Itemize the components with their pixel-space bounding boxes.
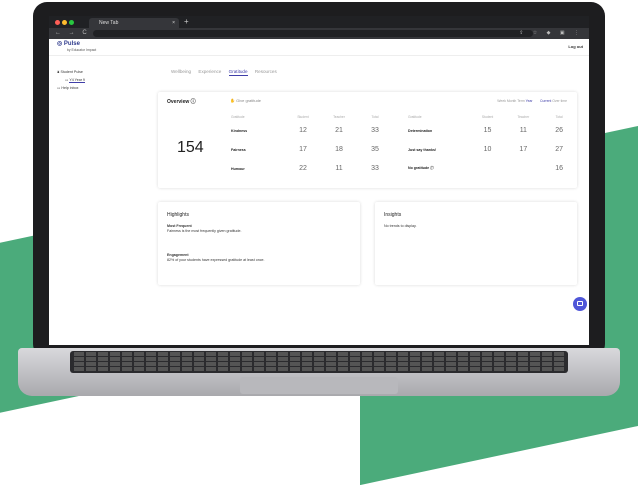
total-count: 16 [555,165,563,172]
info-icon[interactable]: ⓘ [191,99,196,105]
screen: New Tab × + ← → C ⇪ ☆ ◆ ▣ ⋮ ◎ Pulse by E… [49,16,589,345]
teacher-count: 11 [335,165,343,172]
new-tab-button[interactable]: + [184,17,189,26]
close-tab-icon[interactable]: × [172,18,175,28]
student-count: 12 [299,127,307,134]
minimize-window-button[interactable] [62,20,67,25]
filter-year[interactable]: Year [526,99,533,103]
tab-title: New Tab [99,20,119,26]
tab-bar: New Tab × + [49,16,589,28]
gratitude-name: Determination [408,128,433,133]
table-row: No gratitude ⓘ 16 [408,159,577,178]
sidebar-item-label: Student Pulse [60,70,83,74]
teacher-count: 21 [335,127,343,134]
table-row: Just say thanks! 10 17 27 [408,140,577,159]
teacher-count: 18 [335,146,343,153]
app-header: ◎ Pulse by Educator Impact Log out [49,39,589,56]
table-row: Fairness 17 18 35 [231,140,393,159]
teacher-count [505,159,541,178]
column-header: Gratitude [408,114,422,119]
sidebar: ⧗ Student Pulse ▭ Y4 Year 9 ▭ Help inbox [57,70,137,94]
insights-title: Insights [384,212,402,218]
tab-gratitude[interactable]: Gratitude [228,69,248,76]
column-header: Teacher [333,114,345,119]
overview-card: Overview ⓘ ✋ Give gratitude Week Month T… [158,92,577,188]
browser-tab[interactable]: New Tab × [89,18,179,28]
teacher-count: 11 [519,127,527,134]
sidebar-item-year[interactable]: ▭ Y4 Year 9 [65,78,137,83]
engagement-label: Engagement [167,253,189,257]
sidebar-item-help[interactable]: ▭ Help inbox [57,86,137,90]
view-over-time[interactable]: Over time [552,99,567,103]
tab-wellbeing[interactable]: Wellbeing [171,69,191,74]
table-row: Determination 15 11 26 [408,121,577,140]
table-row: Kindness 12 21 33 [231,121,393,140]
column-header: Student [481,114,494,119]
give-gratitude-button[interactable]: ✋ Give gratitude [230,98,261,103]
sidebar-item-label: Y4 Year 9 [69,78,85,83]
student-count: 17 [299,146,307,153]
most-frequent-text: Fairness is the most frequently given gr… [167,229,242,233]
column-header: Teacher [517,114,530,119]
toolbar-icons[interactable]: ⇪ ☆ ◆ ▣ ⋮ [519,28,583,39]
insights-card: Insights No trends to display. [375,202,577,285]
insights-text: No trends to display. [384,224,417,228]
logo-text: Pulse [63,41,80,47]
pulse-logo[interactable]: ◎ Pulse [57,40,80,47]
student-count: 15 [483,127,492,134]
hand-icon: ✋ [230,98,235,103]
close-window-button[interactable] [55,20,60,25]
keyboard [70,351,568,373]
total-count: 33 [371,127,379,134]
tab-experience[interactable]: Experience [198,69,221,74]
filter-month[interactable]: Month [507,99,516,103]
total-count: 26 [555,127,563,134]
student-count: 10 [483,146,492,153]
total-count: 35 [371,146,379,153]
column-header: Student [297,114,309,119]
highlights-card: Highlights Most Frequent Fairness is the… [158,202,360,285]
address-input[interactable] [93,30,533,37]
column-header: Total [555,114,563,119]
sidebar-item-student-pulse[interactable]: ⧗ Student Pulse [57,70,137,74]
gratitude-name: Kindness [231,128,248,133]
sidebar-item-label: Help inbox [61,86,79,90]
chat-button[interactable] [573,297,587,311]
gratitude-name: Just say thanks! [408,147,437,152]
teacher-count: 17 [519,146,528,153]
highlights-title: Highlights [167,212,189,218]
filter-week[interactable]: Week [497,99,506,103]
view-current[interactable]: Current [540,99,551,103]
overview-title: Overview ⓘ [167,99,196,105]
filter-term[interactable]: Term [517,99,525,103]
touchpad [240,377,398,394]
gratitude-name: Fairness [231,147,246,152]
tab-resources[interactable]: Resources [255,69,277,74]
pulse-logo-icon: ◎ [57,41,64,47]
table-row: Humour 22 11 33 [231,159,393,178]
total-count: 27 [555,146,563,153]
column-header: Gratitude [231,114,245,119]
engagement-text: 82% of your students have expressed grat… [167,258,265,262]
period-filters: Week Month Term Year Current Over time [497,99,567,103]
gratitude-table-left: Gratitude Student Teacher Total Kindness… [231,112,393,178]
logo-subtitle: by Educator Impact [67,48,97,52]
gratitude-name: Humour [231,166,245,171]
gratitude-table-right: Gratitude Student Teacher Total Determin… [408,112,577,178]
gratitude-total: 154 [177,139,204,156]
info-icon[interactable]: ⓘ [430,166,434,170]
maximize-window-button[interactable] [69,20,74,25]
most-frequent-label: Most Frequent [167,224,192,228]
section-tabs: Wellbeing Experience Gratitude Resources [171,69,283,76]
address-bar-row: ← → C ⇪ ☆ ◆ ▣ ⋮ [49,28,589,39]
navigation-buttons[interactable]: ← → C [55,28,90,39]
logout-button[interactable]: Log out [568,44,583,49]
column-header: Total [371,114,379,119]
gratitude-name: No gratitude ⓘ [408,166,434,170]
total-count: 33 [371,165,379,172]
student-count [470,159,506,178]
give-gratitude-label: Give gratitude [236,98,262,103]
student-count: 22 [299,165,307,172]
